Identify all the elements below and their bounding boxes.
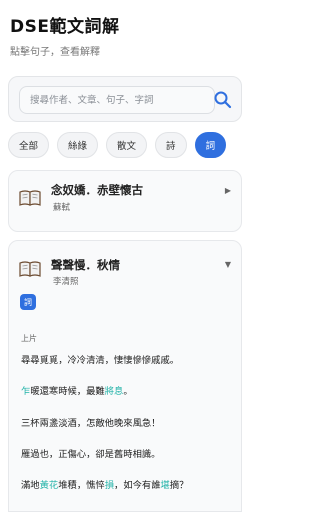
poem-line[interactable]: 滿地黃花堆積，憔悴損，如今有誰堪摘？ — [21, 477, 188, 491]
expand-arrow-icon[interactable]: ▶ — [225, 186, 231, 195]
poem-title: 念奴嬌．赤壁懷古 — [51, 183, 143, 197]
genre-tag: 詞 — [20, 294, 36, 310]
search-bar — [8, 76, 242, 122]
filter-chip-all[interactable]: 全部 — [8, 132, 50, 158]
highlighted-word: 黃花 — [39, 480, 59, 491]
app-subtitle: 點擊句子，查看解釋 — [10, 47, 100, 58]
highlighted-word: 損 — [104, 480, 115, 491]
poem-card-expanded: 聲聲慢．秋情 李清照 ▼ 詞 上片 尋尋覓覓，冷冷清清，悽悽慘慘戚戚。 乍暖還寒… — [8, 240, 242, 512]
poem-author: 蘇軾 — [53, 203, 71, 213]
poem-card[interactable]: 念奴嬌．赤壁懷古 蘇軾 ▶ — [8, 170, 242, 232]
app-title: DSE範文詞解 — [10, 17, 120, 37]
highlighted-word: 堪 — [160, 480, 170, 491]
section-label: 上片 — [21, 334, 37, 343]
highlighted-word: 乍 — [21, 386, 31, 397]
poem-line[interactable]: 三杯兩盞淡酒，怎敵他晚來風急！ — [21, 415, 160, 429]
filter-chip-ci[interactable]: 詞 — [194, 132, 227, 158]
search-input[interactable] — [19, 86, 215, 114]
app-header: DSE範文詞解 點擊句子，查看解釋 — [10, 12, 240, 58]
poem-author: 李清照 — [53, 277, 79, 287]
search-icon[interactable] — [213, 90, 233, 110]
filter-chip-poem[interactable]: 詩 — [155, 132, 187, 158]
poem-line[interactable]: 乍暖還寒時候，最難將息。 — [21, 383, 133, 397]
poem-line[interactable]: 尋尋覓覓，冷冷清清，悽悽慘慘戚戚。 — [21, 352, 179, 366]
filter-chip-2[interactable]: 絲綠 — [57, 132, 99, 158]
filter-chips: 全部 絲綠 散文 詩 詞 — [8, 132, 227, 158]
poem-title[interactable]: 聲聲慢．秋情 — [51, 257, 120, 273]
book-icon — [19, 261, 41, 277]
collapse-arrow-icon[interactable]: ▼ — [225, 260, 231, 269]
filter-chip-prose[interactable]: 散文 — [106, 132, 148, 158]
poem-line[interactable]: 雁過也，正傷心，卻是舊時相識。 — [21, 446, 160, 460]
book-icon — [19, 190, 41, 206]
highlighted-word: 將息 — [104, 386, 124, 397]
